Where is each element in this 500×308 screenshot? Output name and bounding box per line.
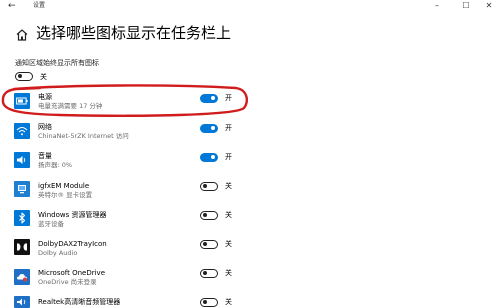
toggle-volume-state: 开	[225, 153, 232, 161]
item-subtitle-power: 电量充满需要 17 分钟	[38, 102, 103, 110]
bluetooth-icon	[14, 210, 30, 226]
toggle-dolby-state: 关	[225, 240, 232, 248]
item-name-dolby: DolbyDAX2TrayIcon	[38, 240, 107, 248]
item-subtitle-igfxem: 英特尔® 显卡设置	[38, 191, 93, 199]
toggle-volume[interactable]	[200, 153, 218, 162]
onedrive-icon	[14, 269, 30, 285]
item-subtitle-explorer: 蓝牙设备	[38, 220, 64, 228]
item-subtitle-network: ChinaNet-5rZK Internet 访问	[38, 132, 129, 140]
item-name-igfxem: igfxEM Module	[38, 182, 90, 190]
toggle-network[interactable]	[200, 124, 218, 133]
title-bar: ← 设置 – ☐ ✕	[0, 0, 500, 14]
item-name-explorer: Windows 资源管理器	[38, 211, 107, 219]
toggle-dolby[interactable]	[200, 240, 218, 249]
home-icon	[16, 29, 28, 41]
battery-icon	[14, 93, 30, 109]
always-show-state: 关	[40, 73, 47, 81]
intel-graphics-icon	[14, 181, 30, 197]
item-subtitle-onedrive: OneDrive 尚未登录	[38, 278, 97, 286]
toggle-realtek-state: 关	[225, 298, 232, 306]
toggle-onedrive-state: 关	[225, 269, 232, 277]
toggle-network-state: 开	[225, 124, 232, 132]
toggle-power-state: 开	[225, 94, 232, 102]
window-title: 设置	[33, 2, 46, 9]
toggle-igfxem-state: 关	[225, 182, 232, 190]
wifi-icon	[14, 123, 30, 139]
item-name-onedrive: Microsoft OneDrive	[38, 269, 105, 277]
back-arrow-icon[interactable]: ←	[8, 0, 16, 12]
item-name-realtek: Realtek高清晰音频管理器	[38, 298, 121, 306]
item-name-volume: 音量	[38, 152, 52, 160]
toggle-explorer[interactable]	[200, 211, 218, 220]
toggle-onedrive[interactable]	[200, 269, 218, 278]
realtek-icon	[14, 296, 30, 308]
item-name-network: 网络	[38, 123, 52, 131]
toggle-power[interactable]	[200, 94, 218, 103]
page-title: 选择哪些图标显示在任务栏上	[36, 24, 232, 42]
toggle-realtek[interactable]	[200, 298, 218, 307]
toggle-igfxem[interactable]	[200, 182, 218, 191]
item-subtitle-volume: 扬声器: 0%	[38, 161, 73, 169]
speaker-icon	[14, 152, 30, 168]
close-button[interactable]: ✕	[482, 0, 496, 12]
minimize-button[interactable]: –	[430, 0, 444, 12]
always-show-toggle[interactable]	[15, 72, 33, 81]
maximize-button[interactable]: ☐	[459, 0, 473, 12]
item-name-power: 电源	[38, 93, 52, 101]
dolby-icon	[14, 239, 30, 255]
toggle-explorer-state: 关	[225, 211, 232, 219]
always-show-label: 通知区域始终显示所有图标	[15, 59, 99, 67]
item-subtitle-dolby: Dolby Audio	[38, 249, 78, 257]
